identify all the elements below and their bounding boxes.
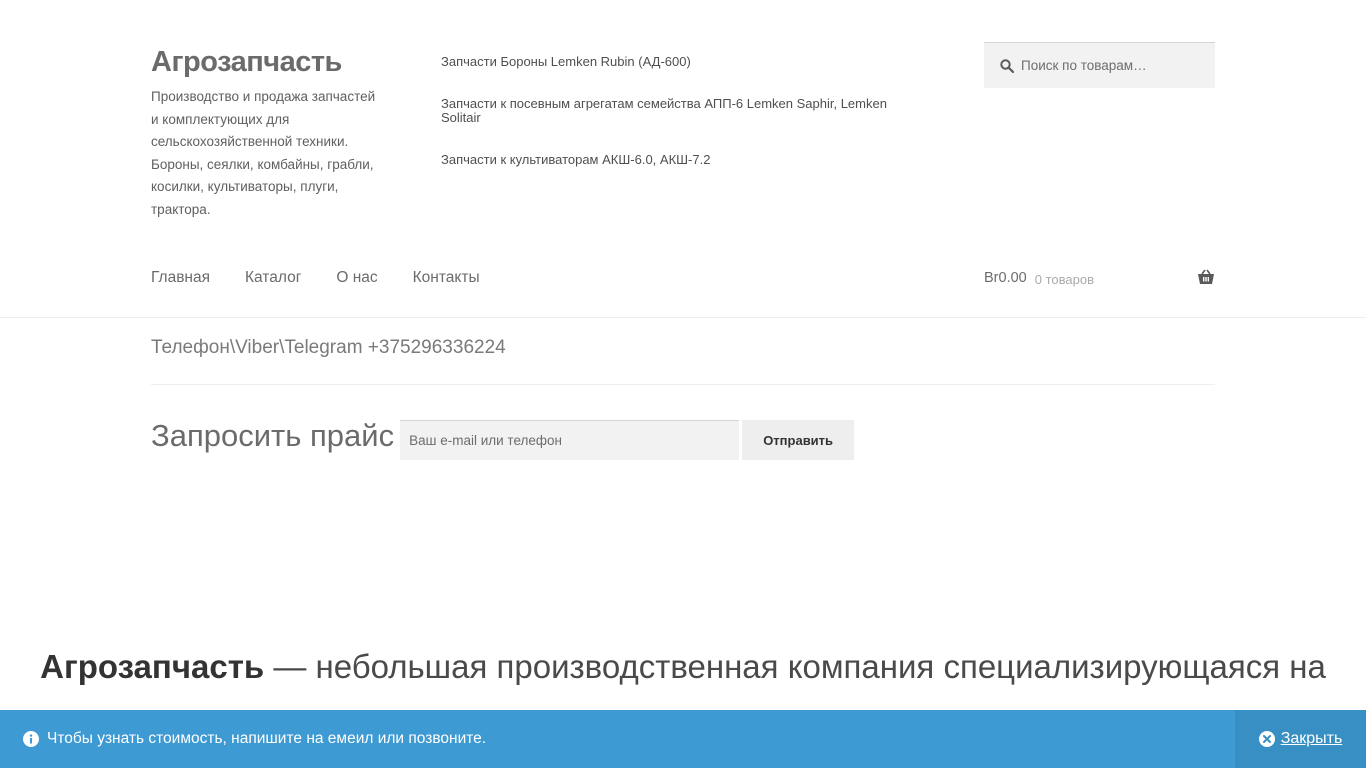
close-label: Закрыть [1280,730,1343,747]
product-search [984,42,1215,88]
top-link-lemken-rubin[interactable]: Запчасти Бороны Lemken Rubin (АД-600) [441,55,911,69]
primary-navigation: Главная Каталог О нас Контакты [151,268,515,288]
search-icon [1000,58,1015,73]
contact-phone: Телефон\Viber\Telegram +375296336224 [151,337,506,358]
intro-text: Агрозапчасть — небольшая производственна… [0,645,1366,689]
nav-item-home[interactable]: Главная [151,268,210,288]
store-notice: Чтобы узнать стоимость, напишите на емеи… [0,710,1366,768]
header-cart[interactable]: Br0.00 0 товаров [984,268,1215,288]
site-header: Агрозапчасть Производство и продажа запч… [0,0,1366,318]
top-link-aksh[interactable]: Запчасти к культиваторам АКШ-6.0, АКШ-7.… [441,153,911,167]
nav-item-contacts[interactable]: Контакты [413,268,480,288]
site-description: Производство и продажа запчастей и компл… [151,89,376,217]
basket-icon [1197,269,1215,290]
contact-input[interactable] [400,420,740,460]
site-title[interactable]: Агрозапчасть [151,44,386,80]
close-icon [1258,731,1275,747]
nav-item-catalog[interactable]: Каталог [245,268,301,288]
top-links-menu: Запчасти Бороны Lemken Rubin (АД-600) За… [441,55,911,195]
info-icon [23,731,39,752]
price-request-form: Запросить прайс Отправить [151,412,855,460]
intro-description: — небольшая производственная компания сп… [264,648,1326,685]
content-divider [151,384,1215,385]
top-link-app6[interactable]: Запчасти к посевным агрегатам семейства … [441,97,911,125]
site-branding: Агрозапчасть Производство и продажа запч… [151,44,386,222]
intro-company-name: Агрозапчасть [40,648,265,685]
nav-item-about[interactable]: О нас [336,268,377,288]
notice-text: Чтобы узнать стоимость, напишите на емеи… [47,730,487,747]
price-request-label: Запросить прайс [151,418,395,453]
cart-count: 0 товаров [1034,271,1094,287]
send-button[interactable]: Отправить [742,420,855,460]
close-notice-button[interactable]: Закрыть [1235,710,1366,768]
search-input[interactable] [1021,58,1211,73]
cart-amount: Br0.00 [984,270,1027,286]
